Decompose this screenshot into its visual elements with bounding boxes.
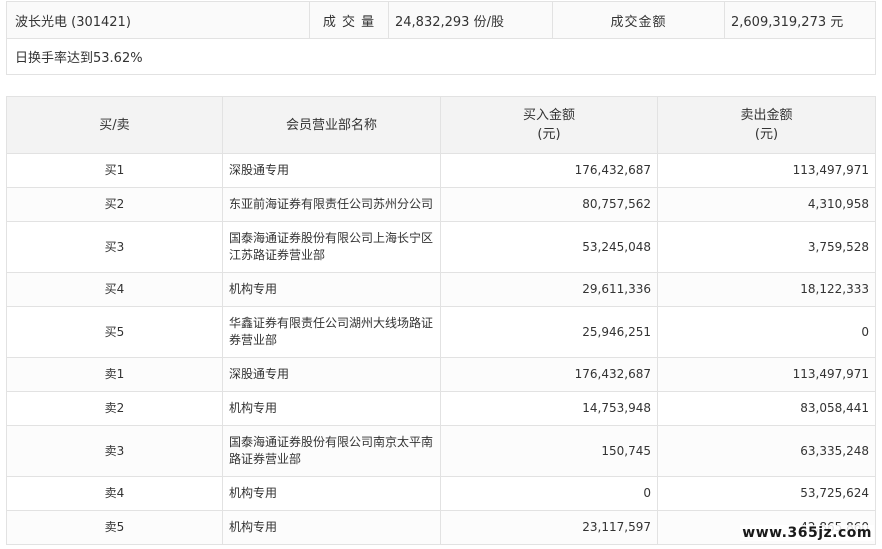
buy-amount-cell: 176,432,687 bbox=[440, 153, 658, 188]
buy-amount-cell: 23,117,597 bbox=[440, 510, 658, 545]
side-cell: 买3 bbox=[6, 221, 223, 273]
volume-label: 成 交 量 bbox=[309, 1, 389, 39]
buy-amount-cell: 80,757,562 bbox=[440, 187, 658, 222]
dept-cell: 深股通专用 bbox=[222, 153, 441, 188]
dept-cell: 东亚前海证券有限责任公司苏州分公司 bbox=[222, 187, 441, 222]
dept-cell: 国泰海通证券股份有限公司上海长宁区 江苏路证券营业部 bbox=[222, 221, 441, 273]
side-cell: 买4 bbox=[6, 272, 223, 307]
side-cell: 卖5 bbox=[6, 510, 223, 545]
sell-amount-cell: 113,497,971 bbox=[657, 153, 876, 188]
dept-cell: 机构专用 bbox=[222, 510, 441, 545]
stock-name: 波长光电 (301421) bbox=[6, 1, 310, 39]
side-cell: 买1 bbox=[6, 153, 223, 188]
table-row: 买4 机构专用 29,611,336 18,122,333 bbox=[6, 272, 876, 307]
buy-amount-cell: 0 bbox=[440, 476, 658, 511]
sell-amount-cell: 53,725,624 bbox=[657, 476, 876, 511]
sell-amount-cell: 0 bbox=[657, 306, 876, 358]
table-row: 买5 华鑫证券有限责任公司湖州大线场路证 券营业部 25,946,251 0 bbox=[6, 306, 876, 358]
dept-cell: 深股通专用 bbox=[222, 357, 441, 392]
sell-amount-cell: 3,759,528 bbox=[657, 221, 876, 273]
side-cell: 买5 bbox=[6, 306, 223, 358]
table-row: 卖2 机构专用 14,753,948 83,058,441 bbox=[6, 391, 876, 426]
buy-amount-cell: 14,753,948 bbox=[440, 391, 658, 426]
table-row: 卖1 深股通专用 176,432,687 113,497,971 bbox=[6, 357, 876, 392]
turnover-row: 日换手率达到53.62% bbox=[6, 38, 876, 75]
dept-cell: 机构专用 bbox=[222, 476, 441, 511]
summary-row: 波长光电 (301421) 成 交 量 24,832,293 份/股 成交金额 … bbox=[6, 1, 876, 39]
header-sell-amount: 卖出金额 (元) bbox=[657, 96, 876, 154]
buy-amount-cell: 176,432,687 bbox=[440, 357, 658, 392]
side-cell: 卖2 bbox=[6, 391, 223, 426]
sell-amount-cell: 18,122,333 bbox=[657, 272, 876, 307]
side-cell: 卖3 bbox=[6, 425, 223, 477]
header-buy-amount: 买入金额 (元) bbox=[440, 96, 658, 154]
turnover-text: 日换手率达到53.62% bbox=[6, 38, 876, 75]
table-row: 卖3 国泰海通证券股份有限公司南京太平南 路证券营业部 150,745 63,33… bbox=[6, 425, 876, 477]
buy-amount-cell: 25,946,251 bbox=[440, 306, 658, 358]
buy-amount-cell: 150,745 bbox=[440, 425, 658, 477]
sell-amount-cell: 113,497,971 bbox=[657, 357, 876, 392]
amount-label: 成交金额 bbox=[552, 1, 725, 39]
side-cell: 买2 bbox=[6, 187, 223, 222]
header-dept: 会员营业部名称 bbox=[222, 96, 441, 154]
sell-amount-cell: 4,310,958 bbox=[657, 187, 876, 222]
table-row: 卖4 机构专用 0 53,725,624 bbox=[6, 476, 876, 511]
volume-value: 24,832,293 份/股 bbox=[388, 1, 553, 39]
header-side: 买/卖 bbox=[6, 96, 223, 154]
buy-amount-cell: 53,245,048 bbox=[440, 221, 658, 273]
stock-summary-table: 波长光电 (301421) 成 交 量 24,832,293 份/股 成交金额 … bbox=[6, 1, 876, 75]
side-cell: 卖1 bbox=[6, 357, 223, 392]
dept-cell: 机构专用 bbox=[222, 272, 441, 307]
dept-cell: 国泰海通证券股份有限公司南京太平南 路证券营业部 bbox=[222, 425, 441, 477]
dept-cell: 华鑫证券有限责任公司湖州大线场路证 券营业部 bbox=[222, 306, 441, 358]
site-watermark: www.365jz.com bbox=[740, 525, 874, 541]
dept-cell: 机构专用 bbox=[222, 391, 441, 426]
table-row: 买2 东亚前海证券有限责任公司苏州分公司 80,757,562 4,310,95… bbox=[6, 187, 876, 222]
sell-amount-cell: 83,058,441 bbox=[657, 391, 876, 426]
amount-value: 2,609,319,273 元 bbox=[724, 1, 876, 39]
trading-seats-table: 买/卖 会员营业部名称 买入金额 (元) 卖出金额 (元) 买1 深股通专用 176… bbox=[6, 96, 876, 545]
buy-amount-cell: 29,611,336 bbox=[440, 272, 658, 307]
table-row: 买3 国泰海通证券股份有限公司上海长宁区 江苏路证券营业部 53,245,048 … bbox=[6, 221, 876, 273]
table-row: 买1 深股通专用 176,432,687 113,497,971 bbox=[6, 153, 876, 188]
side-cell: 卖4 bbox=[6, 476, 223, 511]
table-header-row: 买/卖 会员营业部名称 买入金额 (元) 卖出金额 (元) bbox=[6, 96, 876, 154]
sell-amount-cell: 63,335,248 bbox=[657, 425, 876, 477]
